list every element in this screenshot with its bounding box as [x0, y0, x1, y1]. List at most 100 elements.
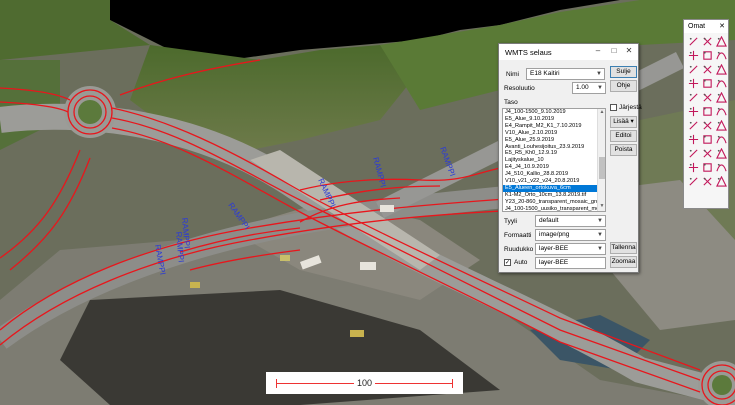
formaatti-select[interactable]: image/png ▼ — [535, 229, 606, 241]
chevron-down-icon: ▼ — [597, 246, 603, 252]
omat-title: Omat — [688, 23, 706, 30]
layer-list-item[interactable]: J4_100-1500_9.10.2019 — [503, 109, 605, 116]
t6-icon[interactable] — [715, 49, 728, 62]
resoluutio-value: 1.00 — [576, 84, 589, 91]
t25-icon[interactable] — [687, 147, 700, 160]
t22-icon[interactable] — [687, 133, 700, 146]
layer-list[interactable]: J4_100-1500_9.10.2019 E5_Alue_9.10.2019 E4… — [502, 108, 606, 212]
wmts-dialog: WMTS selaus – □ ✕ Nimi E18 Kaitiri ▼ Sul… — [498, 43, 642, 273]
t21-icon[interactable] — [715, 119, 728, 132]
t10-icon[interactable] — [687, 77, 700, 90]
t26-icon[interactable] — [701, 147, 714, 160]
t15-icon[interactable] — [715, 91, 728, 104]
t14-icon[interactable] — [701, 91, 714, 104]
scale-bar: 100 — [266, 372, 463, 394]
check-icon: ✓ — [505, 260, 511, 266]
t11-icon[interactable] — [701, 77, 714, 90]
t3-icon[interactable] — [715, 35, 728, 48]
t28-icon[interactable] — [687, 161, 700, 174]
t16-icon[interactable] — [687, 105, 700, 118]
jarjesta-checkbox[interactable] — [610, 104, 617, 111]
t13-icon[interactable] — [687, 91, 700, 104]
poista-button[interactable]: Poista — [610, 144, 637, 156]
layer-list-item[interactable]: J4_100-1500_uusiko_transparent_moi — [503, 206, 605, 211]
nimi-label: Nimi — [506, 71, 519, 78]
tyyli-value: default — [539, 217, 559, 224]
t7-icon[interactable] — [687, 63, 700, 76]
layer-list-item[interactable]: K1-M2_Orto_10cm_13.8.2019.tif — [503, 192, 605, 199]
t18-icon[interactable] — [715, 105, 728, 118]
resoluutio-select[interactable]: 1.00 ▼ — [572, 82, 606, 94]
auto-label: Auto — [514, 259, 528, 266]
t5-icon[interactable] — [701, 49, 714, 62]
tyyli-select[interactable]: default ▼ — [535, 215, 606, 227]
ohje-button[interactable]: Ohje — [610, 80, 637, 92]
auto-input[interactable]: layer-BEE — [535, 257, 606, 269]
t23-icon[interactable] — [701, 133, 714, 146]
close-icon[interactable]: ✕ — [719, 20, 725, 33]
layer-list-item[interactable]: V10_v21_v22_v24_20.8.2019 — [503, 178, 605, 185]
layer-list-item[interactable]: E4_Rampit_M2_K1_7.10.2019 — [503, 123, 605, 130]
t31-icon[interactable] — [687, 175, 700, 188]
t29-icon[interactable] — [701, 161, 714, 174]
ruudukko-value: layer-BEE — [539, 245, 569, 252]
dialog-title: WMTS selaus — [505, 47, 552, 57]
zoomaa-button[interactable]: Zoomaa — [610, 256, 637, 268]
layer-list-item[interactable]: E5_Alue_9.10.2019 — [503, 116, 605, 123]
close-icon[interactable]: ✕ — [623, 46, 635, 55]
t24-icon[interactable] — [715, 133, 728, 146]
omat-toolbar: Omat ✕ — [683, 19, 729, 209]
jarjesta-label: Järjestä — [619, 104, 642, 111]
t4-icon[interactable] — [687, 49, 700, 62]
chevron-down-icon: ▼ — [596, 71, 602, 77]
layer-list-item[interactable]: E5_Alueen_ortokuva_6cm — [503, 184, 605, 192]
scroll-up-icon[interactable]: ▲ — [598, 109, 605, 117]
lisaa-button[interactable]: Lisää ▾ — [610, 116, 637, 128]
layer-list-item[interactable]: E5_R5_Kh0_12.9.19 — [503, 150, 605, 157]
chevron-down-icon: ▼ — [597, 232, 603, 238]
chevron-down-icon: ▼ — [597, 85, 603, 91]
scale-tick — [452, 379, 453, 388]
ruudukko-label: Ruudukko — [504, 246, 534, 253]
t33-icon[interactable] — [715, 175, 728, 188]
tool-grid — [687, 35, 728, 188]
dialog-titlebar[interactable]: WMTS selaus – □ ✕ — [499, 44, 638, 60]
auto-checkbox[interactable]: ✓ — [504, 259, 511, 266]
layer-list-item[interactable]: E4_J4_10.9.2019 — [503, 164, 605, 171]
t20-icon[interactable] — [701, 119, 714, 132]
tyyli-label: Tyyli — [504, 218, 517, 225]
t17-icon[interactable] — [701, 105, 714, 118]
nimi-select[interactable]: E18 Kaitiri ▼ — [526, 68, 605, 80]
layer-list-item[interactable]: Avanti_Louhesijoitus_23.9.2019 — [503, 144, 605, 151]
tallenna-button[interactable]: Tallenna — [610, 242, 637, 254]
layer-list-item[interactable]: V10_Alue_2.10.2019 — [503, 130, 605, 137]
omat-titlebar[interactable]: Omat ✕ — [684, 20, 728, 33]
list-scrollbar[interactable]: ▲ ▼ — [597, 109, 605, 211]
t27-icon[interactable] — [715, 147, 728, 160]
sulje-button[interactable]: Sulje — [610, 66, 637, 78]
t30-icon[interactable] — [715, 161, 728, 174]
editoi-button[interactable]: Editoi — [610, 130, 637, 142]
scale-label: 100 — [354, 378, 376, 388]
nimi-value: E18 Kaitiri — [530, 70, 560, 77]
scroll-thumb[interactable] — [599, 157, 605, 179]
maximize-icon[interactable]: □ — [608, 46, 620, 55]
t12-icon[interactable] — [715, 77, 728, 90]
resoluutio-label: Resoluutio — [504, 85, 535, 92]
layer-list-item[interactable]: Lajityskalue_10 — [503, 157, 605, 164]
layer-list-item[interactable]: E5_Alue_25.9.2019 — [503, 137, 605, 144]
t32-icon[interactable] — [701, 175, 714, 188]
chevron-down-icon: ▾ — [630, 118, 634, 125]
formaatti-value: image/png — [539, 231, 570, 238]
layer-list-item[interactable]: Y23_20-860_transparent_mosaic_gro — [503, 199, 605, 206]
ruudukko-select[interactable]: layer-BEE ▼ — [535, 243, 606, 255]
minimize-icon[interactable]: – — [592, 46, 604, 55]
scale-tick — [276, 379, 277, 388]
layer-list-item[interactable]: J4_510_Kallio_28.8.2019 — [503, 171, 605, 178]
t1-icon[interactable] — [687, 35, 700, 48]
scroll-down-icon[interactable]: ▼ — [598, 203, 605, 211]
t9-icon[interactable] — [715, 63, 728, 76]
t19-icon[interactable] — [687, 119, 700, 132]
t2-icon[interactable] — [701, 35, 714, 48]
t8-icon[interactable] — [701, 63, 714, 76]
